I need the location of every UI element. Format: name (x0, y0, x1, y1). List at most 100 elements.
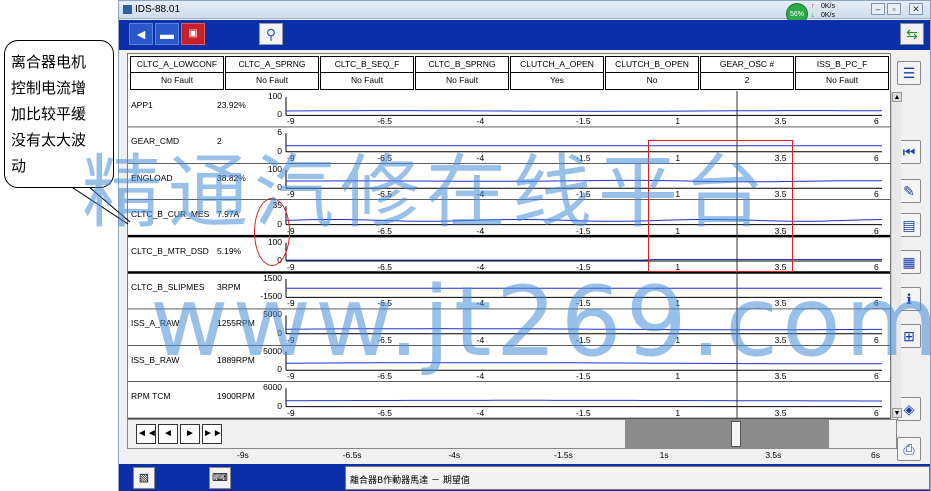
graph-row-name[interactable]: ISS_A_RAW (131, 318, 179, 328)
y-axis-min: 0 (277, 364, 282, 375)
signal-trace (286, 399, 882, 402)
minimize-button[interactable]: – (871, 3, 885, 15)
x-tick-label: -4 (476, 334, 485, 345)
window-title: IDS-88.01 (135, 4, 181, 15)
x-tick-label: -4 (476, 407, 485, 418)
playback-thumb[interactable] (731, 421, 741, 447)
graph-row-name[interactable]: CLTC_B_SLIPMES (131, 282, 205, 292)
x-tick-label: -9 (287, 262, 295, 272)
time-axis-label: -1.5s (554, 450, 573, 460)
x-tick-label: -6.5 (377, 407, 392, 418)
callout-pointer (69, 186, 131, 225)
back-arrow-icon[interactable]: ◄ (129, 23, 153, 45)
prev-frame-button[interactable]: ◄ (158, 424, 178, 444)
x-tick-label: 6 (874, 152, 879, 163)
y-axis-min: 0 (277, 145, 282, 156)
pid-value: No Fault (255, 75, 289, 85)
status-bar: ▧ ⌨ 離合器B作動器馬達 － 期望值 (119, 464, 930, 491)
graph-row-value: 1889RPM (217, 354, 255, 365)
x-tick-label: 1 (675, 116, 681, 127)
x-tick-label: -6.5 (377, 152, 392, 163)
next-frame-button[interactable]: ► (180, 424, 200, 444)
pid-column[interactable]: CLUTCH_B_OPEN No (605, 56, 699, 90)
annotation-line: 控制电流增 (11, 79, 87, 97)
pid-value: No (646, 75, 658, 85)
x-tick-label: -6.5 (377, 334, 392, 345)
close-button[interactable]: ✕ (909, 3, 923, 15)
car-icon[interactable]: ▬ (155, 23, 179, 45)
x-tick-label: 3.5 (774, 334, 787, 345)
pid-name: ISS_B_PC_F (796, 57, 888, 73)
scroll-down-button[interactable]: ▼ (892, 408, 902, 418)
x-tick-label: -9 (287, 152, 295, 163)
graph-row-name[interactable]: GEAR_CMD (131, 136, 179, 146)
graph-row-name[interactable]: CLTC_B_CUR_MES (131, 209, 209, 219)
x-tick-label: -9 (287, 371, 295, 382)
y-axis-max: 5000 (263, 345, 282, 356)
x-tick-label: -4 (476, 262, 485, 272)
vertical-scrollbar[interactable]: ▲ ▼ (891, 92, 902, 418)
pid-column[interactable]: CLTC_A_LOWCONF No Fault (130, 56, 224, 90)
last-frame-button[interactable]: ►► (202, 424, 223, 444)
screenshot-root: 离合器电机 控制电流增 加比较平缓 没有太大波 动 IDS-88.01 56% … (0, 0, 931, 491)
x-tick-label: -4 (476, 116, 485, 127)
pid-name: CLTC_B_SPRNG (416, 57, 508, 73)
list-icon[interactable]: ☰ (897, 61, 921, 85)
x-tick-label: -4 (476, 152, 485, 163)
graph-row-name[interactable]: CLTC_B_MTR_DSD (131, 246, 209, 256)
graph-row-value: 38.82% (217, 172, 246, 183)
x-tick-label: -6.5 (377, 189, 392, 200)
pid-column[interactable]: GEAR_OSC # 2 (700, 56, 794, 90)
pid-value: Yes (550, 75, 564, 85)
graph-row-name[interactable]: APP1 (131, 100, 153, 110)
pid-column[interactable]: CLTC_A_SPRNG No Fault (225, 56, 319, 90)
y-axis-max: 6 (277, 127, 282, 138)
magnifier-icon[interactable]: ⚲ (259, 23, 283, 45)
x-tick-label: 6 (874, 189, 879, 200)
graph-row-name[interactable]: ENGLOAD (131, 173, 173, 183)
x-tick-label: -9 (287, 298, 295, 309)
x-tick-label: 6 (874, 262, 879, 272)
pid-value: 2 (744, 75, 750, 85)
pid-column[interactable]: ISS_B_PC_F No Fault (795, 56, 889, 90)
top-toolbar: ◄ ▬ ▣ ⚲ ⇆ (119, 20, 930, 50)
x-tick-label: 1 (675, 371, 681, 382)
x-tick-label: 6 (874, 298, 879, 309)
pid-description-box: 離合器B作動器馬達 － 期望值 (345, 466, 930, 490)
annotation-line: 加比较平缓 (11, 105, 87, 123)
x-tick-label: -9 (287, 189, 295, 200)
graph-row-value: 2 (217, 136, 222, 147)
keyboard-icon[interactable]: ⌨ (209, 467, 231, 489)
x-tick-label: -4 (476, 371, 485, 382)
graph-row-name[interactable]: RPM TCM (131, 391, 171, 401)
pid-name: CLTC_A_LOWCONF (131, 57, 223, 73)
session-icon[interactable]: ▧ (133, 467, 155, 489)
graph-row-name[interactable]: ISS_B_RAW (131, 355, 179, 365)
pid-value: No Fault (160, 75, 194, 85)
playback-track[interactable] (625, 420, 829, 448)
toolbox-icon[interactable]: ▣ (181, 23, 205, 45)
pid-column[interactable]: CLUTCH_A_OPEN Yes (510, 56, 604, 90)
scroll-up-button[interactable]: ▲ (892, 92, 902, 102)
y-axis-max: 6000 (263, 382, 282, 393)
pid-name: CLTC_A_SPRNG (226, 57, 318, 73)
swap-arrows-icon[interactable]: ⇆ (900, 23, 924, 45)
pid-column[interactable]: CLTC_B_SEQ_F No Fault (320, 56, 414, 90)
time-axis: -9s -6.5s -4s -1.5s 1s 3.5s 6s (127, 449, 897, 463)
annotation-line: 动 (11, 157, 27, 175)
x-tick-label: -1.5 (576, 371, 591, 382)
pid-name: GEAR_OSC # (701, 57, 793, 73)
first-frame-button[interactable]: ◄◄ (136, 424, 157, 444)
signal-trace (286, 362, 882, 365)
print-icon[interactable]: ⎙ (897, 437, 921, 461)
pid-column[interactable]: CLTC_B_SPRNG No Fault (415, 56, 509, 90)
x-tick-label: 6 (874, 116, 879, 127)
x-tick-label: -1.5 (576, 225, 591, 236)
x-tick-label: -6.5 (377, 116, 392, 127)
x-tick-label: -9 (287, 407, 295, 418)
restore-button[interactable]: ▫ (887, 3, 901, 15)
pid-name: CLUTCH_A_OPEN (511, 57, 603, 73)
x-tick-label: -1.5 (576, 407, 591, 418)
x-tick-label: 3.5 (774, 116, 787, 127)
graph-row-value: 23.92% (217, 100, 246, 110)
